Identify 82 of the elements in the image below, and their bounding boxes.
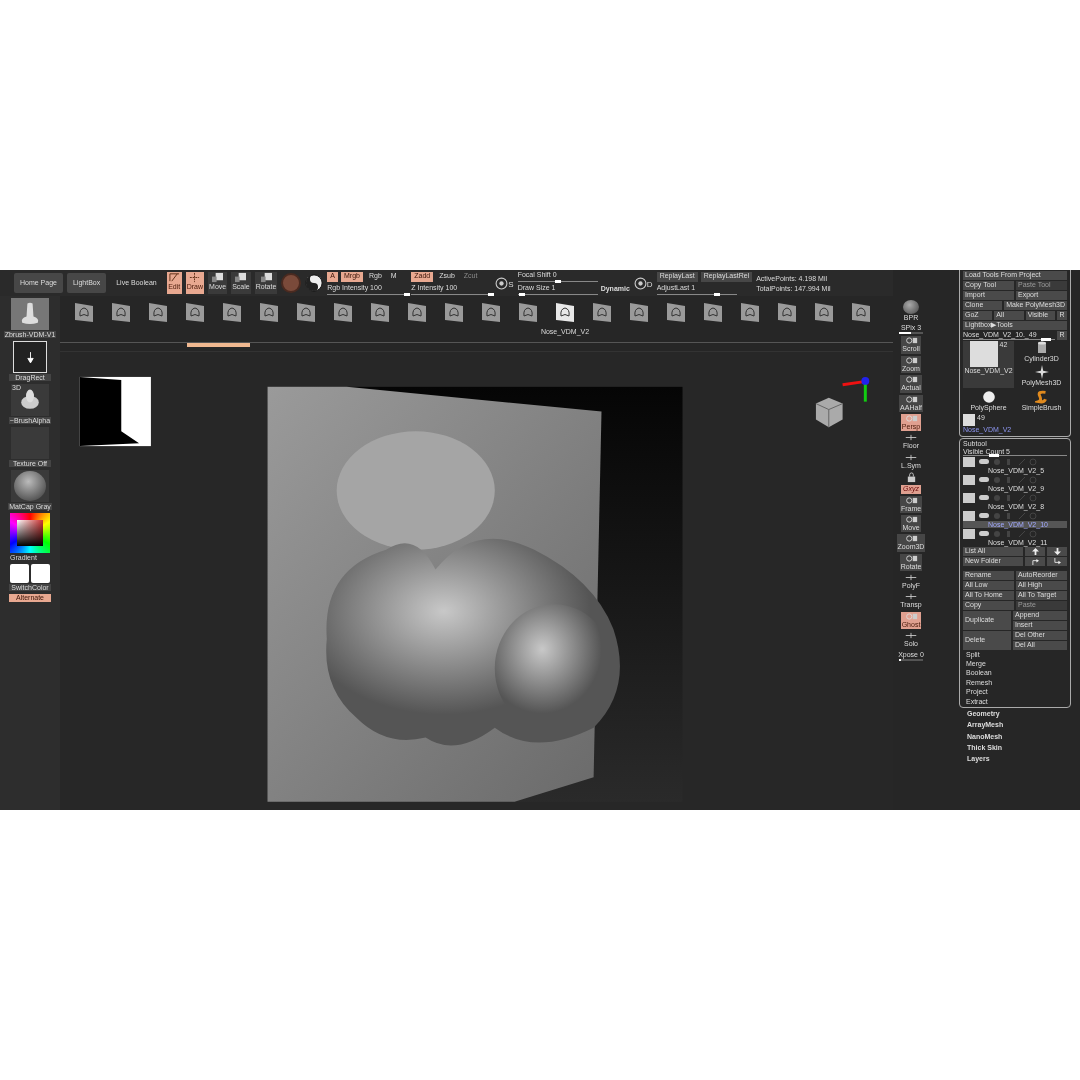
mesh-thumbnail[interactable] (590, 300, 614, 324)
magnifier-icon (904, 394, 918, 404)
primary-color-swatch[interactable] (10, 564, 29, 583)
mesh-thumbnail[interactable] (257, 300, 281, 324)
mesh-thumbnail[interactable] (442, 300, 466, 324)
mesh-thumbnail[interactable] (664, 300, 688, 324)
move-icon (211, 272, 225, 283)
cross-line-icon (904, 433, 918, 443)
subtool-thumbnail-icon (963, 510, 975, 521)
visibility-toggle[interactable] (979, 459, 989, 465)
mesh-thumbnail[interactable] (627, 300, 651, 324)
visibility-toggle[interactable] (979, 495, 989, 501)
magnifier-icon (904, 534, 918, 544)
depth-map-thumbnail (79, 376, 151, 447)
material-thumbnail[interactable] (11, 470, 49, 502)
yin-yang-icon[interactable] (305, 274, 324, 292)
mesh-thumbnail[interactable] (72, 300, 96, 324)
visibility-toggle[interactable] (979, 477, 989, 483)
color-picker[interactable] (10, 513, 50, 553)
material-sphere-icon (14, 471, 46, 501)
nose-icon (18, 388, 42, 412)
mesh-thumbnail[interactable] (516, 300, 540, 324)
edit-frame-icon (167, 272, 181, 283)
mesh-thumbnail[interactable] (849, 300, 873, 324)
mesh-thumbnail[interactable] (701, 300, 725, 324)
mesh-thumbnail[interactable] (405, 300, 429, 324)
rotate-icon (259, 272, 273, 283)
target-icon (495, 276, 509, 290)
magnifier-icon (904, 355, 918, 365)
mesh-thumbnail[interactable] (775, 300, 799, 324)
subtool-controls-drawing (993, 529, 1037, 538)
magnifier-icon (904, 413, 918, 423)
subtool-controls-drawing (993, 457, 1037, 466)
tool-thumbnail[interactable] (11, 298, 49, 330)
lazy-mouse-button[interactable]: D (633, 276, 653, 290)
head-gizmo-icon[interactable] (815, 397, 844, 428)
magnifier-icon (904, 553, 918, 563)
mesh-thumbnail[interactable] (294, 300, 318, 324)
cross-line-icon (904, 592, 918, 602)
material-swatch-icon[interactable] (281, 273, 302, 293)
sphere-icon (903, 300, 919, 314)
mesh-thumbnail[interactable] (220, 300, 244, 324)
subtool-thumbnail-icon (963, 456, 975, 467)
lock-icon[interactable] (905, 472, 917, 484)
down-arrow-icon (25, 350, 35, 364)
mesh-thumbnail[interactable] (553, 300, 577, 324)
mesh-thumbnail[interactable] (738, 300, 762, 324)
secondary-color-swatch[interactable] (31, 564, 50, 583)
subtool-controls-drawing (993, 511, 1037, 520)
cross-line-icon (904, 631, 918, 641)
mesh-thumbnail[interactable] (812, 300, 836, 324)
mesh-thumbnail[interactable] (109, 300, 133, 324)
scale-icon (234, 272, 248, 283)
subtool-thumbnail-icon (963, 474, 975, 485)
mesh-thumbnail[interactable] (183, 300, 207, 324)
stroke-thumbnail[interactable] (13, 341, 47, 373)
subtool-controls-drawing (993, 493, 1037, 502)
mesh-thumbnail-icon (969, 341, 998, 367)
subtool-controls-drawing (993, 475, 1037, 484)
magnifier-icon (904, 375, 918, 385)
axis-gizmo-icon[interactable] (842, 376, 870, 402)
brush-s-icon (1034, 389, 1049, 404)
mesh-thumbnail[interactable] (146, 300, 170, 324)
mesh-thumbnail[interactable] (368, 300, 392, 324)
cross-line-icon (904, 452, 918, 462)
star-icon (1034, 365, 1049, 380)
magnifier-icon (904, 514, 918, 524)
sphere-icon (981, 389, 996, 404)
mesh-thumbnail[interactable] (331, 300, 355, 324)
visibility-toggle[interactable] (979, 531, 989, 537)
cross-line-icon (904, 573, 918, 583)
timeline-marker[interactable] (187, 343, 250, 347)
lazy-mouse-button[interactable]: S (495, 276, 514, 290)
magnifier-icon (904, 495, 918, 505)
magnifier-icon (904, 611, 918, 621)
mesh-thumbnail[interactable] (479, 300, 503, 324)
magnifier-icon (904, 336, 918, 346)
target-icon (633, 276, 647, 290)
mesh-thumbnail-icon (963, 414, 975, 427)
subtool-thumbnail-icon (963, 492, 975, 503)
subtool-thumbnail-icon (963, 528, 975, 539)
visibility-toggle[interactable] (979, 513, 989, 519)
